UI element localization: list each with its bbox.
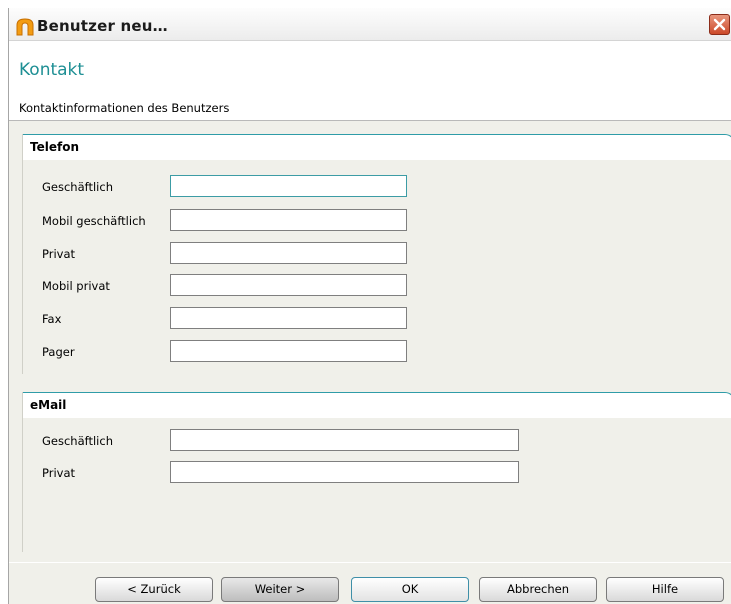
telefon-group-title: Telefon [30, 140, 79, 154]
field-row-privat: Privat [23, 242, 723, 268]
field-row-email-privat: Privat [23, 461, 723, 487]
field-row-mobil-geschaeftlich: Mobil geschäftlich [23, 209, 723, 235]
fax-label: Fax [42, 312, 62, 326]
next-button[interactable]: Weiter > [221, 577, 339, 602]
telefon-mobil-geschaeftlich-input[interactable] [170, 209, 407, 231]
email-geschaeftlich-label: Geschäftlich [42, 434, 113, 448]
cancel-button[interactable]: Abbrechen [479, 577, 597, 602]
help-button[interactable]: Hilfe [606, 577, 724, 602]
field-row-mobil-privat: Mobil privat [23, 274, 723, 300]
email-geschaeftlich-input[interactable] [170, 429, 519, 451]
email-group-title: eMail [30, 398, 67, 412]
page-subtitle: Kontaktinformationen des Benutzers [19, 101, 230, 115]
form-content: Telefon Geschäftlich Mobil geschäftlich … [9, 121, 731, 562]
telefon-geschaeftlich-input[interactable] [170, 175, 407, 197]
telefon-privat-input[interactable] [170, 242, 407, 264]
email-group: eMail Geschäftlich Privat [22, 392, 731, 552]
app-icon [15, 17, 35, 37]
field-row-pager: Pager [23, 340, 723, 366]
telefon-fax-input[interactable] [170, 307, 407, 329]
title-bar[interactable]: Benutzer neu… [9, 8, 731, 41]
mobil-geschaeftlich-label: Mobil geschäftlich [42, 214, 146, 228]
close-button[interactable] [709, 14, 730, 35]
ok-button[interactable]: OK [351, 577, 469, 602]
dialog-window: Benutzer neu… Kontakt Kontaktinformation… [8, 8, 731, 604]
window-title: Benutzer neu… [37, 17, 168, 35]
telefon-group-header: Telefon [23, 134, 731, 160]
field-row-email-geschaeftlich: Geschäftlich [23, 429, 723, 455]
mobil-privat-label: Mobil privat [42, 279, 110, 293]
telefon-mobil-privat-input[interactable] [170, 274, 407, 296]
telefon-group: Telefon Geschäftlich Mobil geschäftlich … [22, 134, 731, 374]
page-title: Kontakt [19, 60, 85, 80]
button-bar: < Zurück Weiter > OK Abbrechen Hilfe [9, 562, 731, 604]
privat-label: Privat [42, 247, 76, 261]
email-privat-input[interactable] [170, 461, 519, 483]
back-button[interactable]: < Zurück [95, 577, 213, 602]
telefon-pager-input[interactable] [170, 340, 407, 362]
geschaeftlich-label: Geschäftlich [42, 180, 113, 194]
email-group-header: eMail [23, 392, 731, 418]
email-privat-label: Privat [42, 466, 76, 480]
pager-label: Pager [42, 345, 75, 359]
field-row-fax: Fax [23, 307, 723, 333]
field-row-geschaeftlich: Geschäftlich [23, 175, 723, 201]
